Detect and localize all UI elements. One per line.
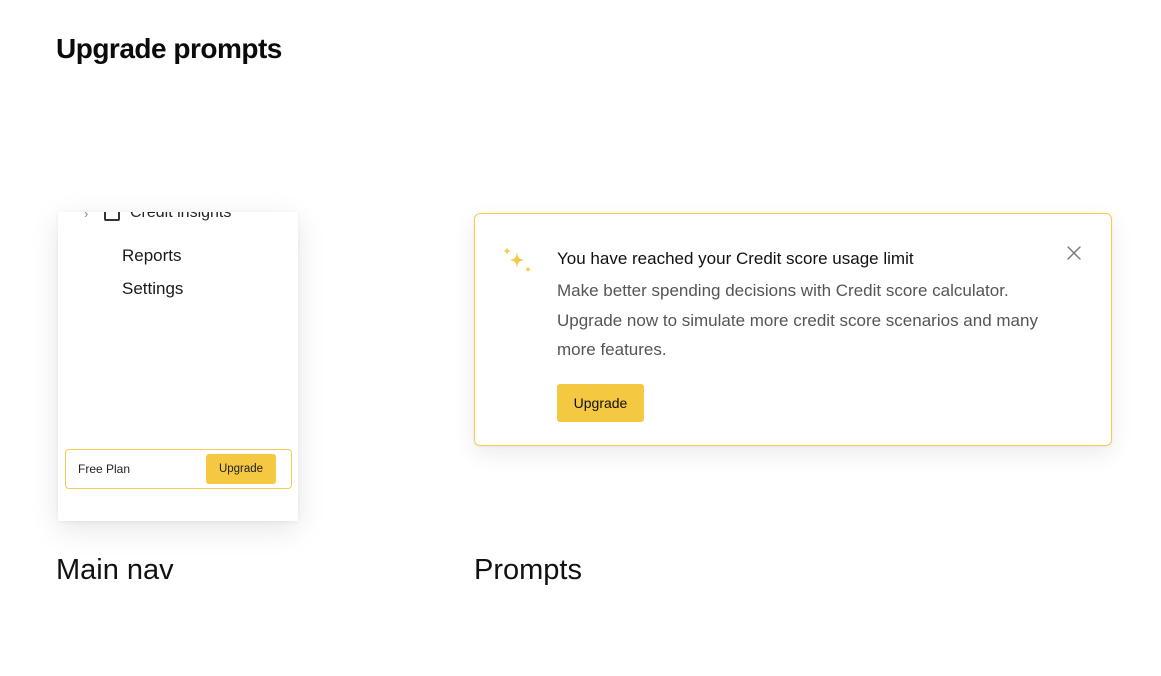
main-nav-caption: Main nav bbox=[56, 554, 174, 586]
nav-item-settings[interactable]: Settings bbox=[122, 279, 183, 299]
prompt-upgrade-button[interactable]: Upgrade bbox=[557, 384, 644, 422]
close-icon[interactable] bbox=[1065, 244, 1083, 262]
sparkle-icon bbox=[503, 247, 532, 273]
chevron-right-icon: › bbox=[84, 212, 89, 221]
plan-box: Free Plan Upgrade bbox=[65, 449, 292, 489]
nav-item-label: Credit insights bbox=[130, 212, 232, 221]
plan-label: Free Plan bbox=[78, 462, 131, 476]
prompts-caption: Prompts bbox=[474, 554, 582, 586]
nav-upgrade-button[interactable]: Upgrade bbox=[206, 454, 276, 484]
prompt-title: You have reached your Credit score usage… bbox=[557, 249, 914, 268]
page: Upgrade prompts › Credit insights Report… bbox=[0, 0, 1161, 676]
upgrade-prompt-card: You have reached your Credit score usage… bbox=[474, 213, 1112, 446]
main-nav-card: › Credit insights Reports Settings Free … bbox=[58, 212, 298, 521]
document-icon bbox=[104, 212, 120, 221]
prompt-body: Make better spending decisions with Cred… bbox=[557, 281, 1038, 359]
nav-item-credit-insights[interactable]: › Credit insights bbox=[84, 212, 231, 222]
nav-item-reports[interactable]: Reports bbox=[122, 246, 182, 266]
page-title: Upgrade prompts bbox=[56, 33, 282, 64]
